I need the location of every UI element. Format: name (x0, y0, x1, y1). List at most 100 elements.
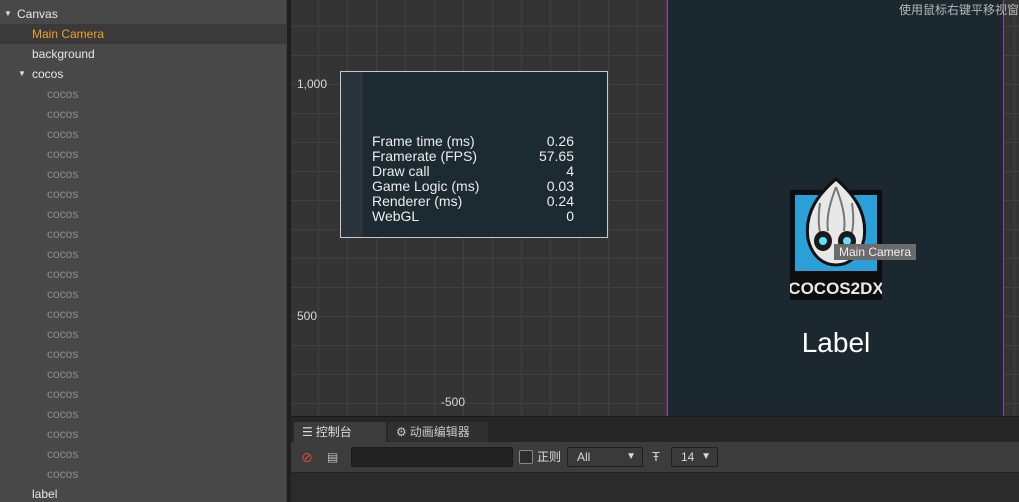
open-log-file-icon[interactable]: ▤ (327, 447, 343, 467)
stats-key: Frame time (ms) (372, 133, 475, 149)
stats-row: Frame time (ms) 0.26 (372, 134, 574, 149)
stats-row: Framerate (FPS) 57.65 (372, 149, 574, 164)
cocos2dx-logo[interactable]: COCOS2DX (790, 173, 882, 301)
stats-key: Draw call (372, 163, 430, 179)
hierarchy-item-label: cocos (47, 447, 79, 461)
logo-pupil-left (819, 237, 827, 245)
hierarchy-item[interactable]: cocos (0, 304, 286, 324)
hierarchy-item-label: Main Camera (32, 27, 105, 41)
hierarchy-item-label: cocos (47, 347, 79, 361)
stats-key: WebGL (372, 208, 420, 224)
font-size-icon: Ŧ (652, 449, 660, 464)
hierarchy-item-label: cocos (47, 107, 79, 121)
hierarchy-item-label: Canvas (17, 7, 58, 21)
font-size-value: 14 (681, 450, 695, 464)
hierarchy-item-label: cocos (47, 147, 79, 161)
font-size-select[interactable]: 14 ▼ (671, 447, 718, 467)
hierarchy-item[interactable]: ▼ cocos (0, 64, 286, 84)
hierarchy-item[interactable]: cocos (0, 84, 286, 104)
hierarchy-item-label: cocos (47, 307, 79, 321)
camera-gizmo-label[interactable]: Main Camera (834, 244, 917, 260)
hierarchy-item[interactable]: background (0, 44, 286, 64)
hierarchy-item-label: cocos (47, 227, 79, 241)
hierarchy-item-label: cocos (47, 167, 79, 181)
axis-label-x-left: -500 (441, 395, 466, 409)
hierarchy-item-label: label (32, 487, 58, 501)
console-toolbar: ⊘ ▤ 正则 All ▼ Ŧ 14 ▼ (291, 442, 1019, 472)
chevron-down-icon: ▼ (701, 451, 711, 462)
hierarchy-item[interactable]: cocos (0, 244, 286, 264)
clear-logs-icon[interactable]: ⊘ (301, 447, 317, 467)
hierarchy-item-label: cocos (47, 427, 79, 441)
hierarchy-item[interactable]: cocos (0, 164, 286, 184)
axis-label-y-top: 1,000 (297, 77, 328, 91)
hierarchy-item[interactable]: cocos (0, 104, 286, 124)
chevron-down-icon: ▼ (626, 451, 636, 462)
tab-console-label: 控制台 (315, 425, 352, 439)
stats-row: Renderer (ms) 0.24 (372, 194, 574, 209)
axis-label-y-mid: 500 (297, 309, 318, 323)
stats-row: WebGL 0 (372, 209, 574, 224)
expand-arrow-icon[interactable]: ▼ (4, 4, 14, 24)
hierarchy-item[interactable]: cocos (0, 424, 286, 444)
hierarchy-item[interactable]: label (0, 484, 286, 502)
hierarchy-item[interactable]: cocos (0, 284, 286, 304)
hierarchy-item[interactable]: ▼ Canvas (0, 4, 286, 24)
logo-wordmark: COCOS2DX (790, 279, 882, 298)
hierarchy-item-label: cocos (47, 267, 79, 281)
hierarchy-item[interactable]: cocos (0, 384, 286, 404)
stats-value: 57.65 (538, 148, 574, 164)
tab-console[interactable]: ☰ 控制台 (294, 422, 386, 443)
hierarchy-item-label: background (32, 47, 95, 61)
tab-animation-label: 动画编辑器 (409, 425, 470, 439)
stats-key: Framerate (FPS) (372, 148, 478, 164)
hierarchy-item-label: cocos (47, 367, 79, 381)
regex-label: 正则 (537, 450, 562, 464)
stats-value: 0.26 (546, 133, 574, 149)
hierarchy-panel: ▼ Canvas Main Camera background ▼ cocos cocos c… (0, 0, 286, 502)
hierarchy-item[interactable]: cocos (0, 144, 286, 164)
hierarchy-item[interactable]: cocos (0, 364, 286, 384)
hierarchy-item-label: cocos (47, 207, 79, 221)
hierarchy-item[interactable]: cocos (0, 444, 286, 464)
hierarchy-item[interactable]: Main Camera (0, 24, 286, 44)
bottom-tab-bar: ☰ 控制台 ⚙ 动画编辑器 (291, 416, 1019, 443)
hierarchy-item-label: cocos (47, 387, 79, 401)
pan-hint: 使用鼠标右键平移视窗 (898, 3, 1019, 17)
hierarchy-item[interactable]: cocos (0, 344, 286, 364)
stats-stripe (341, 72, 363, 237)
hierarchy-item[interactable]: cocos (0, 464, 286, 484)
hierarchy-item[interactable]: cocos (0, 124, 286, 144)
log-level-select[interactable]: All ▼ (567, 447, 643, 467)
hierarchy-item-label: cocos (32, 67, 64, 81)
hierarchy-item[interactable]: cocos (0, 324, 286, 344)
stats-value: 0.24 (546, 193, 574, 209)
hierarchy-item[interactable]: cocos (0, 264, 286, 284)
tab-animation-editor[interactable]: ⚙ 动画编辑器 (388, 422, 488, 443)
regex-checkbox[interactable] (519, 450, 533, 464)
hierarchy-item-label: cocos (47, 287, 79, 301)
log-filter-input[interactable] (351, 447, 513, 467)
console-log-area[interactable] (291, 472, 1019, 502)
stats-value: 0 (566, 208, 574, 224)
hierarchy-item-label: cocos (47, 407, 79, 421)
hierarchy-item-label: cocos (47, 327, 79, 341)
expand-arrow-icon[interactable]: ▼ (18, 64, 28, 84)
stats-value: 4 (566, 163, 574, 179)
console-icon: ☰ (302, 425, 313, 439)
stats-panel: Frame time (ms) 0.26 Framerate (FPS) 57.65 D… (340, 71, 608, 238)
label-node[interactable]: Label (786, 327, 886, 359)
hierarchy-item-label: cocos (47, 187, 79, 201)
hierarchy-item-label: cocos (47, 247, 79, 261)
animation-icon: ⚙ (396, 425, 407, 439)
stats-value: 0.03 (546, 178, 574, 194)
stats-key: Game Logic (ms) (372, 178, 480, 194)
hierarchy-item-label: cocos (47, 87, 79, 101)
hierarchy-item[interactable]: cocos (0, 404, 286, 424)
hierarchy-item[interactable]: cocos (0, 184, 286, 204)
stats-row: Draw call 4 (372, 164, 574, 179)
scene-view[interactable]: 1,000 500 -500 Frame time (ms) 0.26 Framer… (291, 0, 1019, 416)
hierarchy-item[interactable]: cocos (0, 224, 286, 244)
hierarchy-item[interactable]: cocos (0, 204, 286, 224)
stats-row: Game Logic (ms) 0.03 (372, 179, 574, 194)
